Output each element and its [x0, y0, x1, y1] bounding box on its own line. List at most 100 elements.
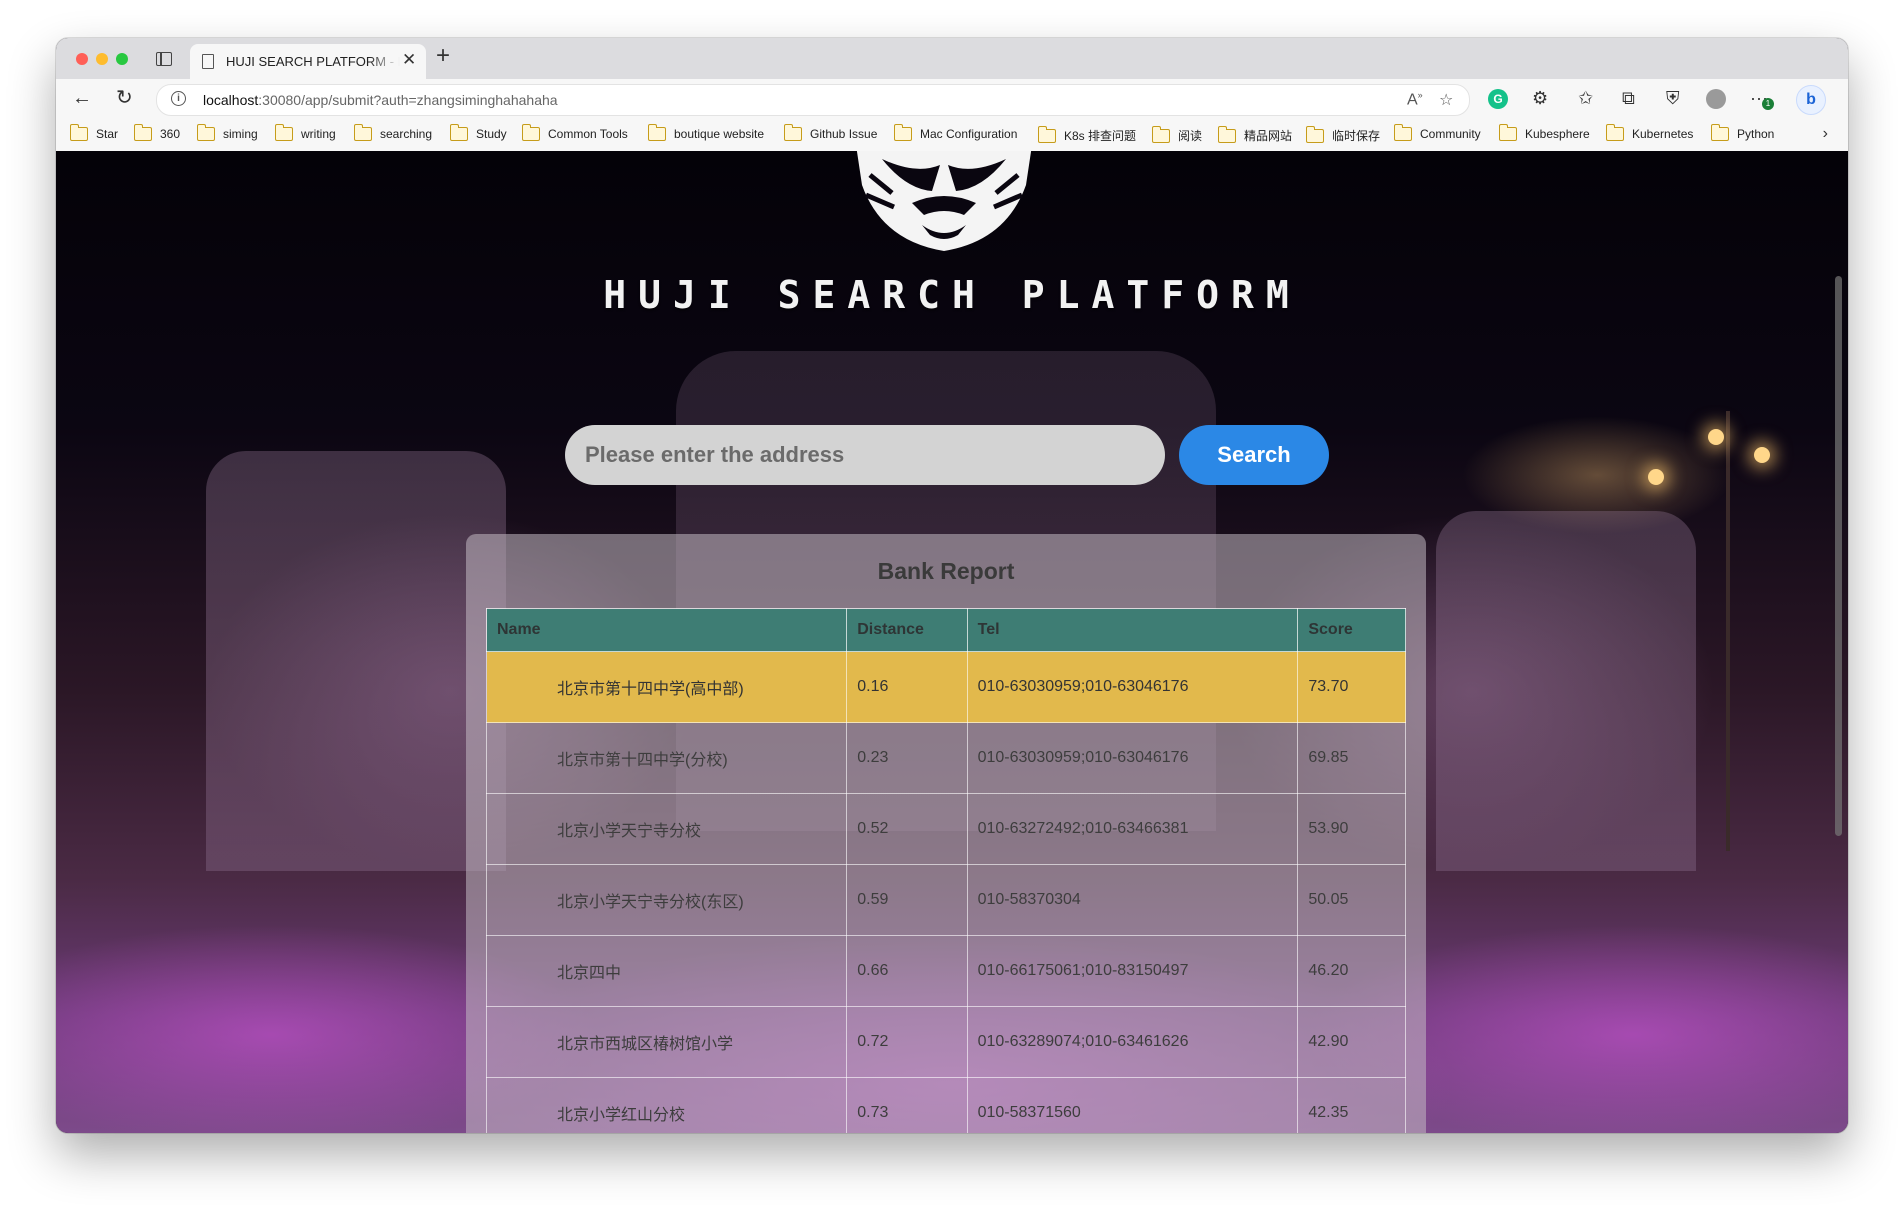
- bookmark-star[interactable]: Star: [69, 124, 118, 141]
- folder-icon: [1305, 125, 1324, 143]
- cell-tel: 010-58370304: [966, 864, 1299, 936]
- bookmark-common-tools[interactable]: Common Tools: [521, 124, 628, 141]
- bookmark-kubesphere[interactable]: Kubesphere: [1498, 124, 1590, 141]
- favorite-add-icon[interactable]: ☆: [1439, 90, 1453, 110]
- window-controls: [76, 53, 128, 65]
- lamp-light-decoration: [1754, 447, 1770, 463]
- column-header-score[interactable]: Score: [1297, 608, 1406, 652]
- folder-icon: [893, 124, 912, 141]
- table-row[interactable]: 北京小学天宁寺分校 0.52 010-63272492;010-63466381…: [485, 793, 1406, 865]
- cell-score: 50.05: [1297, 864, 1406, 936]
- table-row[interactable]: 北京市西城区椿树馆小学 0.72 010-63289074;010-634616…: [485, 1006, 1406, 1078]
- tab-title: HUJI SEARCH PLATFORM - Re: [226, 54, 400, 69]
- results-table: Name Distance Tel Score 北京市第十四中学(高中部) 0.…: [485, 608, 1406, 1133]
- folder-icon: [1605, 124, 1624, 141]
- tiger-logo-icon: [856, 151, 1032, 251]
- grammarly-icon[interactable]: G: [1488, 89, 1508, 109]
- cell-score: 46.20: [1297, 935, 1406, 1007]
- bookmark-featured-sites[interactable]: 精品网站: [1217, 125, 1292, 144]
- cell-distance: 0.72: [846, 1006, 968, 1078]
- bookmark-reading[interactable]: 阅读: [1151, 125, 1202, 144]
- bookmark-writing[interactable]: writing: [274, 124, 336, 141]
- read-aloud-icon[interactable]: A»: [1407, 90, 1423, 109]
- cell-name: 北京市第十四中学(高中部): [485, 651, 848, 723]
- bookmark-study[interactable]: Study: [449, 124, 507, 141]
- cell-tel: 010-63289074;010-63461626: [966, 1006, 1299, 1078]
- report-title: Bank Report: [877, 558, 1015, 584]
- bookmark-kubernetes[interactable]: Kubernetes: [1605, 124, 1693, 141]
- url-text[interactable]: localhost:30080/app/submit?auth=zhangsim…: [203, 92, 558, 108]
- lamp-light-decoration: [1708, 429, 1724, 445]
- info-icon[interactable]: i: [171, 91, 186, 106]
- folder-icon: [69, 124, 88, 141]
- bookmark-mac-configuration[interactable]: Mac Configuration: [893, 124, 1017, 141]
- folder-icon: [1710, 124, 1729, 141]
- page-icon: [202, 54, 214, 69]
- building-left-decoration: [206, 451, 506, 871]
- cell-name: 北京小学天宁寺分校(东区): [485, 864, 848, 936]
- bookmark-360[interactable]: 360: [133, 124, 180, 141]
- cell-distance: 0.66: [846, 935, 968, 1007]
- cell-score: 42.90: [1297, 1006, 1406, 1078]
- cell-tel: 010-63030959;010-63046176: [966, 651, 1299, 723]
- folder-icon: [196, 124, 215, 141]
- bookmark-siming[interactable]: siming: [196, 124, 258, 141]
- search-button[interactable]: Search: [1179, 425, 1329, 485]
- new-tab-button[interactable]: +: [436, 42, 450, 70]
- street-lamp-decoration: [1726, 411, 1730, 851]
- zoom-window-button[interactable]: [116, 53, 128, 65]
- cell-tel: 010-58371560: [966, 1077, 1299, 1133]
- toolbar: ← ↻ i localhost:30080/app/submit?auth=zh…: [56, 79, 1848, 119]
- folder-icon: [274, 124, 293, 141]
- cell-name: 北京小学红山分校: [485, 1077, 848, 1133]
- bookmark-temporary[interactable]: 临时保存: [1305, 125, 1380, 144]
- chevron-right-icon[interactable]: ›: [1823, 125, 1828, 143]
- favorites-icon[interactable]: ✩: [1578, 86, 1593, 110]
- bookmarks-bar: Star 360 siming writing searching Study …: [56, 119, 1848, 152]
- bing-copilot-icon[interactable]: b: [1796, 85, 1826, 115]
- column-header-tel[interactable]: Tel: [966, 608, 1299, 652]
- minimize-window-button[interactable]: [96, 53, 108, 65]
- notification-badge: 1: [1762, 98, 1774, 110]
- folder-icon: [783, 124, 802, 141]
- bookmark-searching[interactable]: searching: [353, 124, 432, 141]
- folder-icon: [353, 124, 372, 141]
- table-row-highlighted[interactable]: 北京市第十四中学(高中部) 0.16 010-63030959;010-6304…: [485, 651, 1406, 723]
- bookmark-community[interactable]: Community: [1393, 124, 1481, 141]
- table-row[interactable]: 北京市第十四中学(分校) 0.23 010-63030959;010-63046…: [485, 722, 1406, 794]
- back-arrow-icon[interactable]: ←: [72, 86, 92, 110]
- bookmark-github-issue[interactable]: Github Issue: [783, 124, 877, 141]
- scrollbar-thumb[interactable]: [1835, 276, 1842, 836]
- profile-avatar-icon[interactable]: [1706, 89, 1726, 109]
- column-header-distance[interactable]: Distance: [846, 608, 968, 652]
- report-panel: Bank Report Name Distance Tel Score 北京市第…: [466, 534, 1426, 1133]
- table-row[interactable]: 北京小学天宁寺分校(东区) 0.59 010-58370304 50.05: [485, 864, 1406, 936]
- more-menu-icon[interactable]: ··· 1: [1750, 86, 1774, 110]
- tab-actions-icon[interactable]: [156, 52, 172, 66]
- table-row[interactable]: 北京四中 0.66 010-66175061;010-83150497 46.2…: [485, 935, 1406, 1007]
- tab-close-icon[interactable]: ✕: [402, 50, 416, 70]
- folder-icon: [133, 124, 152, 141]
- bookmark-k8s[interactable]: K8s 排查问题: [1037, 125, 1136, 144]
- column-header-name[interactable]: Name: [485, 608, 848, 652]
- folder-icon: [647, 124, 666, 141]
- folder-icon: [1037, 125, 1056, 143]
- folder-icon: [1393, 124, 1412, 141]
- table-row[interactable]: 北京小学红山分校 0.73 010-58371560 42.35: [485, 1077, 1406, 1133]
- folder-icon: [521, 124, 540, 141]
- bookmark-boutique-website[interactable]: boutique website: [647, 124, 764, 141]
- cell-name: 北京市第十四中学(分校): [485, 722, 848, 794]
- page-content: HUJI SEARCH PLATFORM Search Bank Report …: [56, 151, 1848, 1133]
- cell-tel: 010-66175061;010-83150497: [966, 935, 1299, 1007]
- cell-distance: 0.16: [846, 651, 968, 723]
- close-window-button[interactable]: [76, 53, 88, 65]
- browser-essentials-icon[interactable]: ⛨: [1666, 86, 1680, 110]
- extensions-icon[interactable]: ⚙: [1532, 86, 1548, 110]
- address-search-input[interactable]: [565, 425, 1165, 485]
- reload-icon[interactable]: ↻: [116, 86, 133, 110]
- tab-active[interactable]: HUJI SEARCH PLATFORM - Re ✕: [190, 44, 426, 79]
- collections-icon[interactable]: ⧉: [1622, 86, 1635, 110]
- folder-icon: [1151, 125, 1170, 143]
- bookmark-python[interactable]: Python: [1710, 124, 1774, 141]
- address-bar[interactable]: i localhost:30080/app/submit?auth=zhangs…: [156, 84, 1470, 116]
